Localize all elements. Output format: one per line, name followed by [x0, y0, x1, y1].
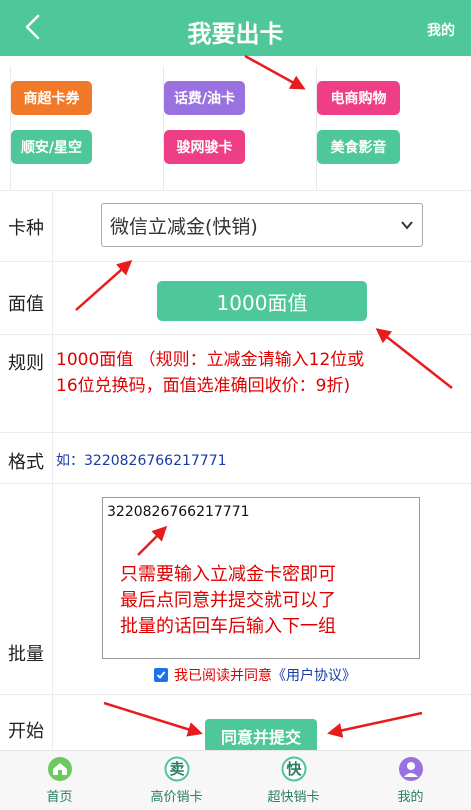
divider: [0, 334, 471, 335]
arrow-to-value: [375, 328, 453, 389]
batch-value: 3220826766217771: [107, 504, 250, 520]
tab-sell-fast[interactable]: 快 超快销卡: [235, 751, 352, 810]
category-button-dianshang[interactable]: 电商购物: [317, 81, 400, 115]
category-button-huafei[interactable]: 话费/油卡: [164, 81, 245, 115]
batch-label: 批量: [8, 644, 44, 665]
check-icon: [156, 671, 166, 679]
card-type-select[interactable]: 微信立减金(快销): [101, 203, 423, 247]
face-value-button[interactable]: 1000面值: [157, 281, 367, 321]
divider: [0, 432, 471, 433]
sell-glyph: 卖: [169, 760, 185, 778]
divider: [0, 694, 471, 695]
home-icon: [48, 757, 72, 781]
format-example: 如：3220826766217771: [56, 453, 227, 469]
instruction-line: 批量的话回车后输入下一组: [120, 616, 336, 637]
tab-home[interactable]: 首页: [1, 751, 118, 810]
tab-label: 我的: [397, 790, 424, 805]
rule-text: 1000面值 （规则：立减金请输入12位或16位兑换码，面值选准确回收价：9折): [56, 350, 365, 396]
user-agreement-link[interactable]: 《用户协议》: [272, 665, 356, 685]
category-button-junwang[interactable]: 骏网骏卡: [164, 130, 245, 164]
agree-checkbox[interactable]: [154, 668, 168, 682]
card-type-label: 卡种: [8, 218, 44, 239]
user-icon: [399, 757, 423, 781]
mine-link[interactable]: 我的: [427, 20, 455, 40]
card-type-value: 微信立减金(快销): [110, 215, 258, 238]
divider: [0, 190, 471, 191]
page-title: 我要出卡: [187, 20, 284, 48]
category-button-shunan[interactable]: 顺安/星空: [11, 130, 92, 164]
category-button-meishi[interactable]: 美食影音: [317, 130, 400, 164]
tab-label: 超快销卡: [267, 790, 320, 805]
agreement-row: 我已阅读并同意 《用户协议》: [154, 665, 356, 685]
tab-label: 高价销卡: [150, 790, 203, 805]
instruction-line: 最后点同意并提交就可以了: [120, 590, 336, 611]
arrow-to-submit-left: [103, 701, 203, 737]
divider: [0, 261, 471, 262]
divider: [0, 483, 471, 484]
instruction-line: 只需要输入立减金卡密即可: [120, 564, 336, 585]
divider: [52, 190, 53, 750]
format-label: 格式: [8, 452, 44, 473]
fast-glyph: 快: [286, 760, 302, 778]
category-button-shangchao[interactable]: 商超卡券: [11, 81, 92, 115]
batch-instructions: 只需要输入立减金卡密即可 最后点同意并提交就可以了 批量的话回车后输入下一组: [120, 562, 336, 640]
tab-sell-high[interactable]: 卖 高价销卡: [118, 751, 235, 810]
category-panel: 商超卡券 话费/油卡 电商购物 顺安/星空 骏网骏卡 美食影音: [0, 56, 471, 190]
start-label: 开始: [8, 721, 44, 742]
bottom-tab-bar: 首页 卖 高价销卡 快 超快销卡 我的: [0, 750, 471, 810]
submit-button[interactable]: 同意并提交: [205, 719, 317, 753]
arrow-to-submit-right: [327, 711, 423, 738]
agree-text: 我已阅读并同意: [174, 668, 272, 684]
top-bar: 我要出卡 我的: [0, 0, 471, 56]
arrow-to-select: [75, 260, 133, 311]
rule-label: 规则: [8, 353, 44, 374]
tab-mine[interactable]: 我的: [352, 751, 469, 810]
face-value-label: 面值: [8, 294, 44, 315]
tab-label: 首页: [46, 790, 73, 805]
chevron-down-icon: [401, 221, 413, 230]
